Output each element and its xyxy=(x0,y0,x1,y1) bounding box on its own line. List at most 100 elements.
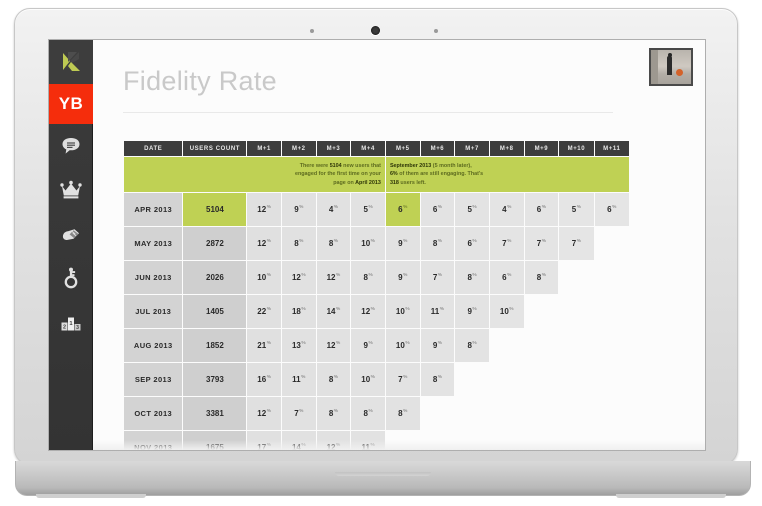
cell-empty xyxy=(525,363,559,396)
laptop-foot-left xyxy=(36,494,146,498)
table-row: JUL 2013 1405 22% 18% 14% 12% 10% 11% 9% 10% xyxy=(124,295,629,328)
cell-empty xyxy=(559,261,593,294)
percent-sign: % xyxy=(541,239,546,245)
retention-value: 6 xyxy=(432,205,438,214)
column-header-date[interactable]: DATE xyxy=(124,141,183,156)
cell-retention-value: 6% xyxy=(524,193,559,226)
cell-retention-value: 9% xyxy=(281,193,316,226)
percent-sign: % xyxy=(437,239,443,245)
cell-retention-value: 8% xyxy=(351,397,385,430)
table-header: DATE USERS COUNT M+1 M+2 M+3 M+4 M+5 M+6… xyxy=(124,141,629,156)
percent-sign: % xyxy=(472,307,477,313)
cell-date: APR 2013 xyxy=(124,193,183,226)
percent-sign: % xyxy=(301,273,306,279)
table-row: AUG 2013 1852 21% 13% 12% 9% 10% 9% 8% xyxy=(124,329,629,362)
retention-value: 7 xyxy=(294,409,299,418)
sidebar-item-influencers[interactable] xyxy=(49,168,93,212)
laptop-foot-right xyxy=(616,494,726,498)
retention-value: 7 xyxy=(432,273,438,282)
cell-retention-value: 11% xyxy=(281,363,316,396)
column-header-m2[interactable]: M+2 xyxy=(281,141,316,156)
cell-empty xyxy=(595,363,629,396)
k-logo-icon xyxy=(59,50,83,74)
webcam-icon xyxy=(371,26,380,35)
percent-sign: % xyxy=(576,239,581,245)
cell-retention-value: 9% xyxy=(420,329,455,362)
percent-sign: % xyxy=(266,409,271,415)
thumbnail-person xyxy=(667,56,672,75)
retention-value: 5 xyxy=(571,205,577,214)
column-header-m4[interactable]: M+4 xyxy=(351,141,385,156)
cell-retention-value: 8% xyxy=(316,363,351,396)
sidebar-item-key[interactable] xyxy=(49,256,93,300)
cell-empty xyxy=(595,227,629,260)
cell-date: SEP 2013 xyxy=(124,363,183,396)
retention-value: 12 xyxy=(291,273,301,282)
percent-sign: % xyxy=(301,341,306,347)
cell-date: AUG 2013 xyxy=(124,329,183,362)
sidebar-item-stats[interactable]: 2 1 3 xyxy=(49,300,93,344)
laptop-base xyxy=(15,461,751,496)
column-header-m1[interactable]: M+1 xyxy=(247,141,281,156)
yb-button[interactable]: YB xyxy=(49,84,93,124)
percent-sign: % xyxy=(612,205,617,211)
sidebar-item-messages[interactable] xyxy=(49,124,93,168)
retention-value: 9 xyxy=(432,341,438,350)
percent-sign: % xyxy=(333,409,339,415)
percent-sign: % xyxy=(507,205,512,211)
column-header-m10[interactable]: M+10 xyxy=(559,141,594,156)
cohort-retention-table: DATE USERS COUNT M+1 M+2 M+3 M+4 M+5 M+6… xyxy=(123,140,630,450)
percent-sign: % xyxy=(266,307,271,313)
percent-sign: % xyxy=(576,205,581,211)
main-content: Fidelity Rate DATE USERS COUNT M+1 M+2 M… xyxy=(93,40,705,450)
table-row: SEP 2013 3793 16% 11% 8% 10% 7% 8% xyxy=(124,363,629,396)
retention-value: 12 xyxy=(326,273,336,282)
retention-value: 8 xyxy=(536,273,542,282)
cell-empty xyxy=(595,261,629,294)
column-header-m3[interactable]: M+3 xyxy=(316,141,351,156)
column-header-m6[interactable]: M+6 xyxy=(420,141,455,156)
retention-value: 10 xyxy=(395,307,405,316)
retention-value: 8 xyxy=(328,409,334,418)
cell-retention-value: 8% xyxy=(420,363,455,396)
cell-retention-value: 10% xyxy=(351,227,385,260)
cell-retention-value: 10% xyxy=(385,295,420,328)
annotation-left-line1-pre: There were xyxy=(299,162,330,169)
cell-retention-value: 10% xyxy=(489,295,524,328)
brand-logo[interactable] xyxy=(49,40,93,84)
annotation-left-line2: engaged for the first time on your xyxy=(294,171,381,178)
sidebar-item-engagement[interactable] xyxy=(49,212,93,256)
cell-empty xyxy=(525,329,559,362)
table-row: OCT 2013 3381 12% 7% 8% 8% 8% xyxy=(124,397,629,430)
percent-sign: % xyxy=(405,341,410,347)
thumbnail-edge xyxy=(651,50,658,84)
column-header-m9[interactable]: M+9 xyxy=(524,141,559,156)
speech-bubble-icon xyxy=(61,136,81,156)
cell-empty xyxy=(490,329,524,362)
column-header-users-count[interactable]: USERS COUNT xyxy=(183,141,247,156)
percent-sign: % xyxy=(333,239,339,245)
annotation-right-pct: 6% xyxy=(389,171,398,178)
percent-sign: % xyxy=(368,409,373,415)
column-header-m11[interactable]: M+11 xyxy=(594,141,629,156)
video-thumbnail[interactable] xyxy=(649,48,693,86)
percent-sign: % xyxy=(368,341,373,347)
retention-value: 9 xyxy=(398,239,403,248)
retention-value: 6 xyxy=(536,205,542,214)
yb-button-label: YB xyxy=(58,94,84,113)
percent-sign: % xyxy=(336,307,341,313)
cell-retention-value: 12% xyxy=(281,261,316,294)
column-header-m7[interactable]: M+7 xyxy=(455,141,489,156)
percent-sign: % xyxy=(301,307,306,313)
table-row: MAY 2013 2872 12% 8% 8% 10% 9% 8% 6% 7% 7% 7% xyxy=(124,227,629,260)
percent-sign: % xyxy=(405,307,410,313)
percent-sign: % xyxy=(541,205,546,211)
cell-retention-value: 6% xyxy=(594,193,629,226)
column-header-m5[interactable]: M+5 xyxy=(385,141,420,156)
cell-retention-value: 8% xyxy=(385,397,420,430)
column-header-m8[interactable]: M+8 xyxy=(489,141,524,156)
percent-sign: % xyxy=(403,375,408,381)
cell-retention-value: 10% xyxy=(351,363,385,396)
sensor-led-right xyxy=(434,29,438,33)
cell-date: MAY 2013 xyxy=(124,227,183,260)
